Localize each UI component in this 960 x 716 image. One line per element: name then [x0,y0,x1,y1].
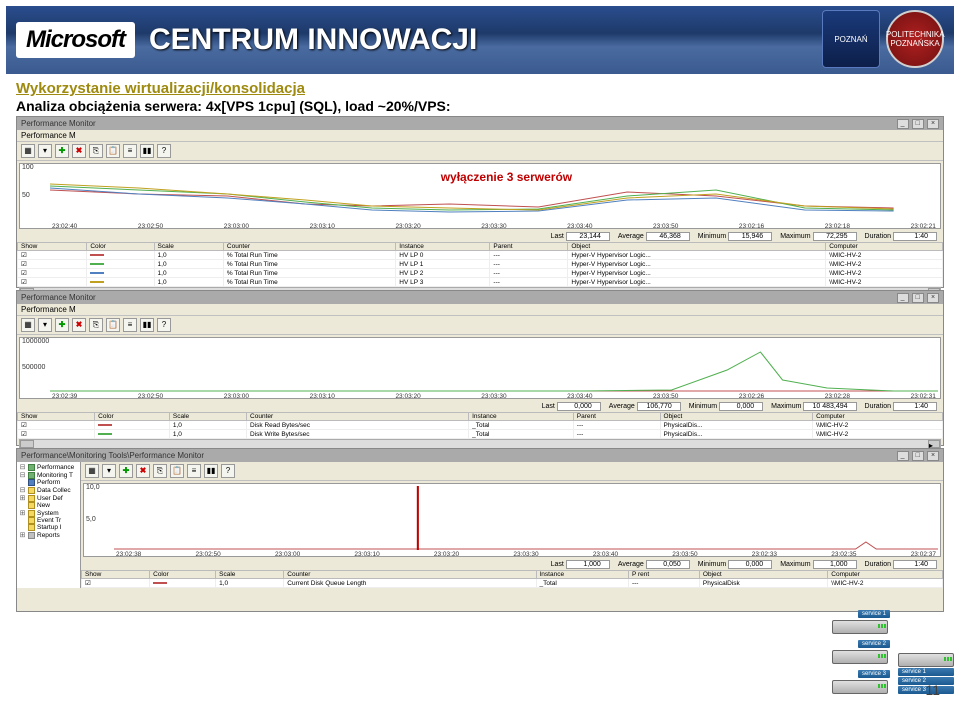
view-button[interactable]: ▦ [85,464,99,478]
add-counter-button[interactable]: ✚ [119,464,133,478]
minimize-button[interactable]: _ [897,293,909,303]
header-title: CENTRUM INNOWACJI [149,23,477,57]
copy-button[interactable]: 📋 [106,144,120,158]
minimize-button[interactable]: _ [897,451,909,461]
chart-1[interactable]: 100 50 wyłączenie 3 serwerów 23:02:4023:… [19,163,941,229]
statrow: Last0,000Average106,770Minimum0,000Maxim… [17,401,943,412]
ms-header: Microsoft CENTRUM INNOWACJI POZNAŃ POLIT… [0,0,960,74]
nav-tree[interactable]: ⊟Performance⊟Monitoring TPerform⊟Data Co… [17,462,81,588]
drop-button[interactable]: ▾ [102,464,116,478]
counters-table[interactable]: ShowColorScaleCounterInstanceP rentObjec… [81,570,943,588]
badge-politechnika: POLITECHNIKA POZNAŃSKA [886,10,944,68]
microsoft-logo: Microsoft [16,22,135,58]
perfmon-window-1: Performance Monitor _ □ × Performance M … [16,116,944,288]
window-buttons: _ □ × [896,450,939,461]
maximize-button[interactable]: □ [912,119,924,129]
chart-canvas: wyłączenie 3 serwerów [50,166,938,222]
close-button[interactable]: × [927,451,939,461]
window-title: Performance Monitor [21,119,96,128]
maximize-button[interactable]: □ [912,451,924,461]
copy-button[interactable]: 📋 [170,464,184,478]
slide-subtitle: Analiza obciążenia serwera: 4x[VPS 1cpu]… [16,98,944,114]
remove-counter-button[interactable]: ✖ [72,318,86,332]
freeze-button[interactable]: ▮▮ [204,464,218,478]
window-title: Performance Monitor [21,293,96,302]
remove-counter-button[interactable]: ✖ [72,144,86,158]
add-counter-button[interactable]: ✚ [55,318,69,332]
tab-label[interactable]: Performance M [17,130,943,142]
props-button[interactable]: ? [157,144,171,158]
props-button[interactable]: ? [221,464,235,478]
highlight-button[interactable]: ⎘ [153,464,167,478]
xaxis: 23:02:4023:02:5023:03:0023:03:1023:03:20… [50,223,938,230]
highlight-button[interactable]: ⎘ [89,144,103,158]
ylabel: 500000 [22,364,45,371]
server-icon [832,650,888,664]
close-button[interactable]: × [927,293,939,303]
server-icon [832,680,888,694]
chart-canvas [50,340,938,392]
window-titlebar[interactable]: Performance Monitor _ □ × [17,291,943,304]
paste-button[interactable]: ≡ [123,318,137,332]
ylabel: 5,0 [86,516,96,523]
chart-3[interactable]: 10,0 5,0 23:02:3823:02:5023:03:0023:03:1… [83,483,941,557]
window-title: Performance\Monitoring Tools\Performance… [21,451,204,460]
badge-poznan: POZNAŃ [822,10,880,68]
slide-title: Wykorzystanie wirtualizacji/konsolidacja [16,80,944,97]
server-icon [832,620,888,634]
perfmon-window-3: Performance\Monitoring Tools\Performance… [16,448,944,612]
ylabel: 100 [22,164,34,171]
window-buttons: _ □ × [896,292,939,303]
statrow: Last23,144Average46,368Minimum15,946Maxi… [17,231,943,242]
drop-button[interactable]: ▾ [38,318,52,332]
logo-text: Microsoft [26,26,125,54]
toolbar: ▦ ▾ ✚ ✖ ⎘ 📋 ≡ ▮▮ ? [17,316,943,335]
ylabel: 1000000 [22,338,49,345]
svc-label: service 1 [858,610,890,618]
view-button[interactable]: ▦ [21,144,35,158]
ylabel: 10,0 [86,484,100,491]
copy-button[interactable]: 📋 [106,318,120,332]
toolbar: ▦ ▾ ✚ ✖ ⎘ 📋 ≡ ▮▮ ? [81,462,943,481]
paste-button[interactable]: ≡ [123,144,137,158]
minimize-button[interactable]: _ [897,119,909,129]
perfmon-window-2: Performance Monitor _ □ × Performance M … [16,290,944,446]
chart-2[interactable]: 1000000 500000 23:02:3923:02:5023:03:002… [19,337,941,399]
add-counter-button[interactable]: ✚ [55,144,69,158]
chart-canvas [114,486,938,550]
svc-label: service 2 [858,640,890,648]
annotation: wyłączenie 3 serwerów [441,170,572,184]
page-number: 11 [925,682,940,698]
xaxis: 23:02:3923:02:5023:03:0023:03:1023:03:20… [50,393,938,400]
freeze-button[interactable]: ▮▮ [140,144,154,158]
ylabel: 50 [22,192,30,199]
highlight-button[interactable]: ⎘ [89,318,103,332]
statrow: Last1,000Average0,050Minimum0,000Maximum… [81,559,943,570]
counters-table[interactable]: ShowColorScaleCounterInstanceParentObjec… [17,242,943,287]
paste-button[interactable]: ≡ [187,464,201,478]
close-button[interactable]: × [927,119,939,129]
svc-label: service 1 [898,668,954,676]
tab-label[interactable]: Performance M [17,304,943,316]
window-titlebar[interactable]: Performance\Monitoring Tools\Performance… [17,449,943,462]
xaxis: 23:02:3823:02:5023:03:0023:03:1023:03:20… [114,551,938,558]
freeze-button[interactable]: ▮▮ [140,318,154,332]
counters-table[interactable]: ShowColorScaleCounterInstanceParentObjec… [17,412,943,439]
server-icon [898,653,954,667]
maximize-button[interactable]: □ [912,293,924,303]
props-button[interactable]: ? [157,318,171,332]
window-buttons: _ □ × [896,118,939,129]
badge-group: POZNAŃ POLITECHNIKA POZNAŃSKA [822,10,944,68]
drop-button[interactable]: ▾ [38,144,52,158]
window-titlebar[interactable]: Performance Monitor _ □ × [17,117,943,130]
toolbar: ▦ ▾ ✚ ✖ ⎘ 📋 ≡ ▮▮ ? [17,142,943,161]
remove-counter-button[interactable]: ✖ [136,464,150,478]
view-button[interactable]: ▦ [21,318,35,332]
slide-body: Wykorzystanie wirtualizacji/konsolidacja… [0,74,960,612]
svc-label: service 3 [858,670,890,678]
